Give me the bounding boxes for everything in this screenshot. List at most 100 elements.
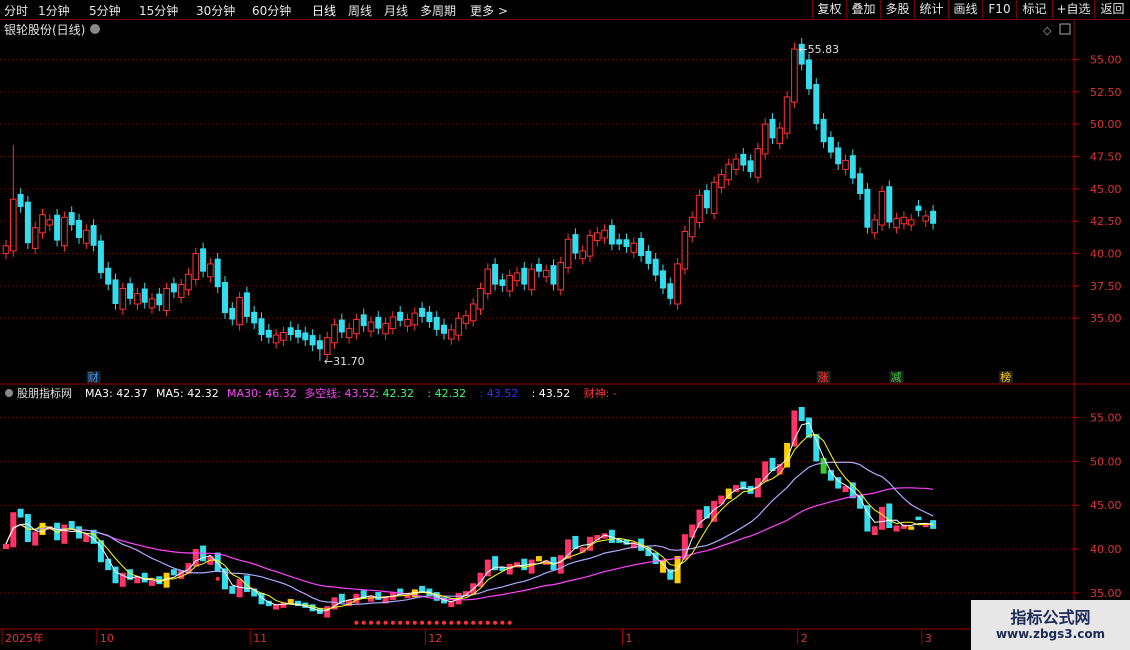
indicator-bar: [703, 506, 710, 519]
candle-body: [229, 307, 236, 320]
indicator-bar: [105, 558, 112, 571]
signal-dot: [215, 576, 220, 581]
indicator-bar: [83, 533, 90, 543]
indicator-bar: [565, 539, 572, 559]
dropdown-circle-icon: [5, 389, 13, 397]
candle-body: [338, 319, 345, 333]
indicator-tick-label: 40.00: [1090, 543, 1122, 556]
candle-body: [922, 215, 930, 222]
ma30-line: [5, 487, 934, 601]
candle-body: [309, 335, 316, 346]
candle-body: [258, 318, 265, 336]
candle-body: [61, 216, 68, 247]
candle-body: [251, 311, 258, 324]
candle-body: [564, 238, 572, 269]
candle-body: [638, 238, 645, 257]
candle-body: [835, 147, 842, 165]
candle-body: [39, 214, 46, 234]
date-tick-label: 12: [428, 632, 442, 645]
candle-body: [513, 272, 521, 282]
candle-body: [506, 275, 513, 292]
candle-body: [806, 59, 812, 90]
candle-body: [725, 163, 733, 181]
price-tick-label: 42.50: [1090, 215, 1122, 228]
candle-body: [97, 240, 104, 273]
date-tick-label: 3: [925, 632, 932, 645]
candle-body: [586, 234, 594, 257]
candle-body: [616, 239, 623, 245]
candle-body: [667, 283, 674, 299]
candle-body: [462, 315, 470, 324]
candle-body: [302, 332, 309, 341]
candle-body: [776, 127, 784, 145]
candle-body: [769, 118, 776, 139]
candle-body: [353, 319, 360, 335]
signal-dot: [507, 620, 512, 625]
watermark: 指标公式网 www.zbgs3.com: [971, 600, 1130, 650]
indicator-bar: [696, 509, 703, 529]
candle-body: [455, 317, 462, 336]
candle-body: [645, 250, 652, 264]
kline-chart[interactable]: 35.00 37.50 40.00 42.50 45.00 47.50 50.00 52.50…: [0, 0, 1130, 650]
candle-body: [419, 307, 426, 317]
signal-dot: [500, 620, 505, 625]
candle-body: [68, 212, 75, 226]
signal-dot: [442, 620, 446, 625]
indicator-bar: [893, 525, 900, 532]
candle-body: [192, 253, 200, 280]
indicator-bar: [506, 563, 513, 575]
event-label: 涨: [818, 371, 829, 384]
indicator-bar: [3, 543, 9, 550]
price-tick-label: 40.00: [1090, 248, 1122, 261]
date-tick-label: 11: [253, 632, 267, 645]
candle-body: [492, 263, 499, 285]
candle-body: [214, 258, 221, 288]
candle-body: [703, 190, 710, 209]
candle-body: [411, 312, 419, 326]
indicator-bar: [871, 526, 878, 536]
date-tick-label: 2025年: [5, 631, 44, 645]
signal-dot: [434, 620, 439, 625]
candle-body: [295, 329, 301, 338]
candle-body: [404, 319, 411, 327]
indicator-bar: [484, 559, 491, 577]
indicator-bar: [820, 457, 827, 474]
candle-body: [433, 316, 440, 330]
signal-dot: [412, 620, 417, 625]
candle-body: [31, 227, 39, 249]
signal-dot: [478, 620, 483, 625]
candle-body: [24, 201, 31, 244]
signal-dot: [427, 620, 432, 625]
signal-dot: [485, 620, 490, 625]
event-label: 减: [891, 371, 902, 384]
price-tick-label: 55.00: [1090, 53, 1122, 66]
candle-body: [200, 248, 207, 272]
candle-body: [827, 137, 834, 153]
candle-body: [878, 190, 886, 226]
signal-dot: [390, 620, 395, 625]
candle-body: [83, 229, 90, 244]
signal-dot: [398, 620, 403, 625]
indicator-bar: [791, 410, 798, 447]
indicator-value-label: MA30: 46.32: [227, 387, 297, 400]
candle-body: [754, 148, 762, 178]
candle-body: [849, 155, 856, 179]
candle-body: [90, 225, 97, 246]
candle-body: [915, 205, 922, 211]
indicator-value-label: MA5: 42.32: [156, 387, 219, 400]
indicator-bar: [32, 531, 39, 546]
candle-body: [579, 250, 587, 260]
candle-body: [148, 298, 156, 309]
candle-body: [17, 194, 24, 207]
indicator-bar: [667, 569, 674, 580]
candle-body: [601, 229, 608, 239]
candle-body: [287, 327, 294, 336]
candle-body: [185, 273, 192, 291]
candle-body: [389, 316, 397, 330]
candle-body: [528, 268, 535, 291]
stock-title: 银轮股份(日线): [4, 23, 85, 37]
date-tick-label: 1: [626, 632, 633, 645]
indicator-bar: [324, 606, 331, 618]
candle-body: [54, 214, 61, 241]
candle-body: [499, 279, 506, 286]
